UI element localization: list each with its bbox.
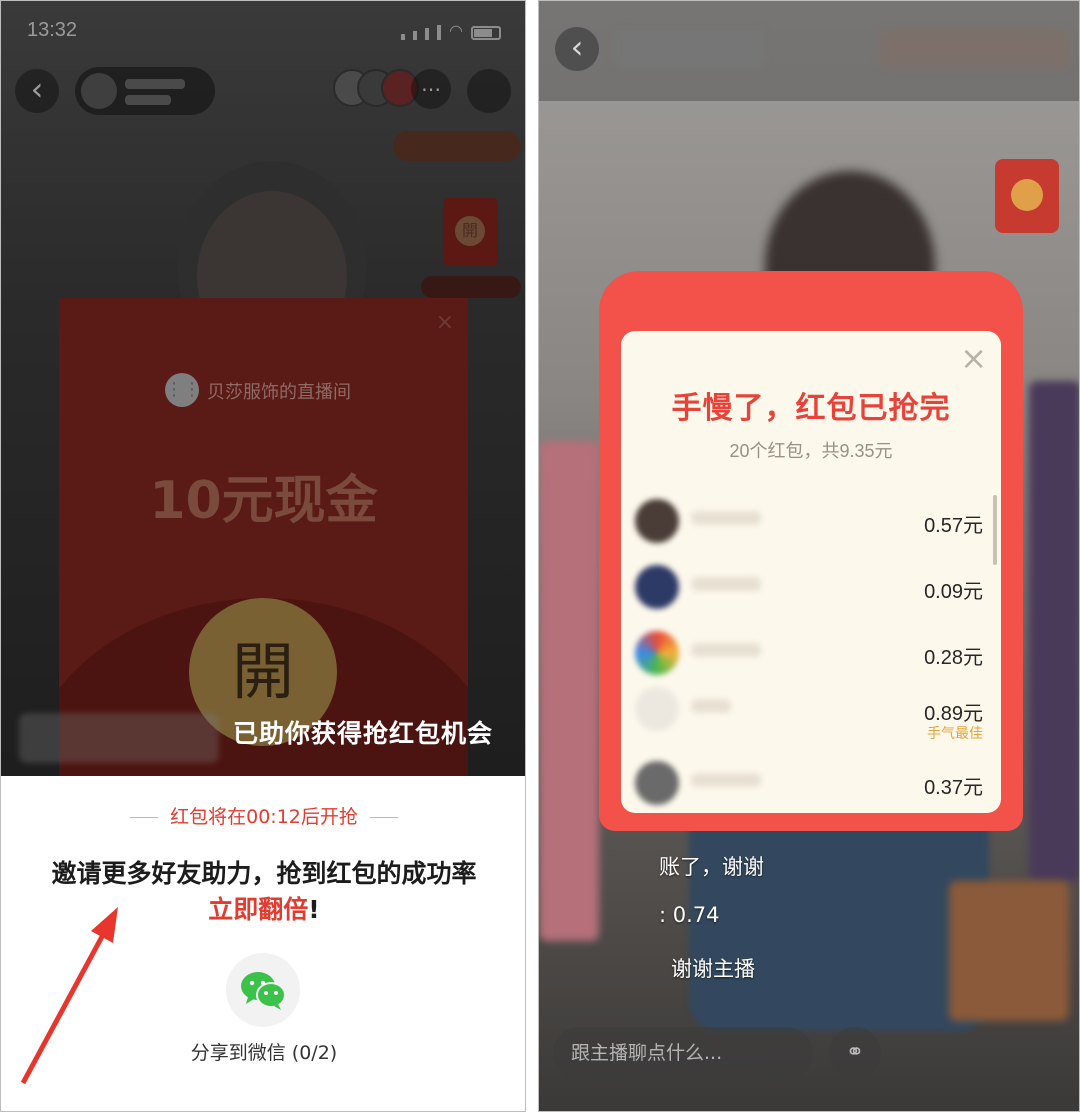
chat-input[interactable]: 跟主播聊点什么... [553, 1027, 813, 1079]
annotation-arrow [20, 907, 118, 1085]
live-top-bar: ‹ [539, 1, 1079, 101]
record-row: 0.09元 [621, 555, 1001, 619]
red-packet-icon [1011, 179, 1043, 211]
user-name [691, 511, 761, 525]
close-icon[interactable]: × [960, 339, 987, 377]
link-icon[interactable]: ⚭ [829, 1027, 881, 1079]
left-phone-screen: 13:32 ◠ ‹ ⋯ 開 × ⋮⋮ 贝莎服饰的直播间 10元现金 開 已助你获… [0, 0, 526, 1112]
chat-message: 账了，谢谢 [659, 855, 764, 879]
record-amount: 0.89元 [924, 703, 983, 725]
user-name [691, 699, 731, 713]
right-phone-screen: ‹ × 手慢了，红包已抢完 20个红包，共9.35元 0.57元 0.09元 0… [538, 0, 1080, 1112]
user-avatar [635, 631, 679, 675]
record-row: 0.37元 [621, 751, 1001, 813]
user-name [691, 643, 761, 657]
record-row: 0.57元 [621, 489, 1001, 553]
record-amount: 0.37元 [924, 777, 983, 799]
record-row: 0.89元 手气最佳 [621, 677, 1001, 742]
record-row: 0.28元 [621, 621, 1001, 685]
popup-subtitle: 20个红包，共9.35元 [729, 441, 893, 461]
record-amount: 0.28元 [924, 647, 983, 669]
chat-message: 谢谢主播 [671, 957, 755, 981]
user-avatar [635, 761, 679, 805]
user-avatar [635, 565, 679, 609]
scrollbar[interactable] [993, 495, 997, 565]
user-name [691, 773, 761, 787]
record-amount: 0.09元 [924, 581, 983, 603]
back-button[interactable]: ‹ [555, 27, 599, 71]
popup-card: × 手慢了，红包已抢完 20个红包，共9.35元 0.57元 0.09元 0.2… [621, 331, 1001, 813]
best-luck-badge: 手气最佳 [927, 726, 983, 742]
record-amount: 0.57元 [924, 515, 983, 537]
user-name [691, 577, 761, 591]
chat-message: : 0.74 [659, 903, 720, 927]
popup-title: 手慢了，红包已抢完 [671, 391, 951, 426]
user-avatar [635, 687, 679, 731]
red-packet-widget[interactable] [995, 159, 1059, 233]
red-packet-result-popup: × 手慢了，红包已抢完 20个红包，共9.35元 0.57元 0.09元 0.2… [599, 271, 1023, 831]
user-avatar [635, 499, 679, 543]
